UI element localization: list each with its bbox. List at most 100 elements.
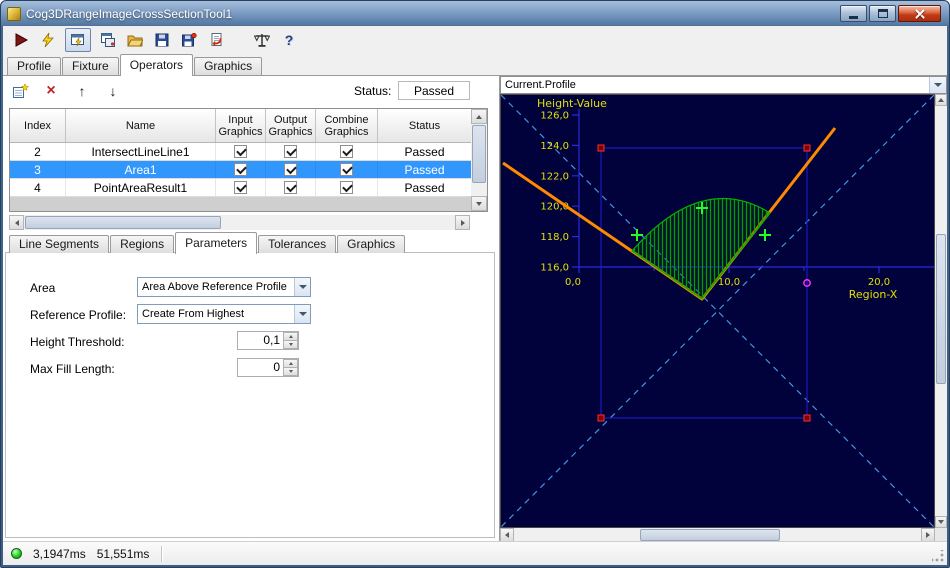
y-tick-label: 124,0 xyxy=(540,141,569,152)
delete-operator-icon[interactable]: × xyxy=(42,82,60,100)
max-fill-length-value[interactable]: 0 xyxy=(238,359,283,376)
scroll-thumb[interactable] xyxy=(640,529,780,541)
table-row[interactable]: 2 IntersectLineLine1 Passed xyxy=(10,143,471,161)
close-button[interactable] xyxy=(898,5,941,22)
header-status[interactable]: Status xyxy=(378,109,471,142)
tab-regions[interactable]: Regions xyxy=(110,235,175,253)
save-results-icon[interactable] xyxy=(179,30,199,50)
x-axis-label: Region-X xyxy=(849,288,898,301)
region-corner-handle[interactable] xyxy=(803,414,811,422)
scroll-thumb[interactable] xyxy=(472,125,486,183)
input-graphics-checkbox[interactable] xyxy=(234,181,247,194)
tab-operators[interactable]: Operators xyxy=(119,54,194,76)
combine-graphics-checkbox[interactable] xyxy=(340,163,353,176)
app-icon[interactable] xyxy=(7,6,21,21)
profile-panel: Current.Profile Height-Value 126,0 124,0… xyxy=(500,75,947,542)
move-up-icon[interactable]: ↑ xyxy=(73,82,91,100)
scroll-up-button[interactable] xyxy=(935,94,947,106)
dropdown-button[interactable] xyxy=(929,77,946,93)
scroll-up-button[interactable] xyxy=(471,109,487,124)
import-icon[interactable] xyxy=(206,30,226,50)
y-tick-label: 118,0 xyxy=(540,232,569,243)
titlebar[interactable]: Cog3DRangeImageCrossSectionTool1 xyxy=(3,1,947,26)
area-select[interactable]: Area Above Reference Profile xyxy=(137,277,311,297)
scroll-left-button[interactable] xyxy=(500,528,514,542)
move-down-icon[interactable]: ↓ xyxy=(104,82,122,100)
combine-graphics-checkbox[interactable] xyxy=(340,181,353,194)
table-vertical-scrollbar[interactable] xyxy=(471,109,487,211)
scroll-down-button[interactable] xyxy=(471,196,487,211)
add-operator-icon[interactable] xyxy=(11,82,29,100)
header-name[interactable]: Name xyxy=(66,109,216,142)
table-row[interactable]: 4 PointAreaResult1 Passed xyxy=(10,179,471,197)
tab-line-segments[interactable]: Line Segments xyxy=(9,235,110,253)
tab-parameters[interactable]: Parameters xyxy=(175,232,258,254)
region-corner-handle[interactable] xyxy=(597,144,605,152)
dropdown-button[interactable] xyxy=(294,305,310,323)
minimize-icon xyxy=(849,15,858,19)
output-graphics-checkbox[interactable] xyxy=(284,163,297,176)
output-graphics-checkbox[interactable] xyxy=(284,145,297,158)
combine-graphics-checkbox[interactable] xyxy=(340,145,353,158)
region-corner-handle[interactable] xyxy=(597,414,605,422)
table-row-selected[interactable]: 3 Area1 Passed xyxy=(10,161,471,179)
spin-down-button[interactable] xyxy=(283,341,298,349)
process-time: 3,1947ms xyxy=(33,546,86,561)
input-graphics-checkbox[interactable] xyxy=(234,163,247,176)
profile-graph[interactable]: Height-Value 126,0 124,0 122,0 120,0 118… xyxy=(500,94,935,528)
scroll-left-button[interactable] xyxy=(9,215,24,230)
spin-down-button[interactable] xyxy=(283,368,298,376)
table-horizontal-scrollbar[interactable] xyxy=(9,215,470,230)
operators-table-main: Index Name Input Graphics Output Graphic… xyxy=(10,109,471,211)
spin-up-button[interactable] xyxy=(283,332,298,341)
cell-input xyxy=(216,179,266,196)
tab-graphics[interactable]: Graphics xyxy=(194,57,263,75)
tab-profile[interactable]: Profile xyxy=(7,57,62,75)
spin-up-button[interactable] xyxy=(283,359,298,368)
tool-display-button[interactable] xyxy=(65,28,91,52)
tab-tolerances[interactable]: Tolerances xyxy=(258,235,337,253)
height-threshold-value[interactable]: 0,1 xyxy=(238,332,283,349)
max-fill-length-stepper[interactable]: 0 xyxy=(237,358,299,377)
x-tick-label: 20,0 xyxy=(868,277,890,288)
help-icon[interactable]: ? xyxy=(279,30,299,50)
region-corner-handle[interactable] xyxy=(803,144,811,152)
height-threshold-stepper[interactable]: 0,1 xyxy=(237,331,299,350)
cell-output xyxy=(266,179,316,196)
run-continuous-icon[interactable] xyxy=(38,30,58,50)
run-icon[interactable] xyxy=(11,30,31,50)
header-output-graphics[interactable]: Output Graphics xyxy=(266,109,316,142)
y-tick-label: 122,0 xyxy=(540,171,569,182)
scroll-down-button[interactable] xyxy=(935,516,947,528)
scroll-right-button[interactable] xyxy=(921,528,935,542)
reference-profile-select[interactable]: Create From Highest xyxy=(137,304,311,324)
profile-source-select[interactable]: Current.Profile xyxy=(500,76,947,94)
output-graphics-checkbox[interactable] xyxy=(284,181,297,194)
maximize-button[interactable] xyxy=(869,5,896,22)
operator-tabstrip: Line Segments Regions Parameters Toleran… xyxy=(5,232,406,254)
cell-input xyxy=(216,161,266,178)
cell-index: 3 xyxy=(10,161,66,178)
dropdown-button[interactable] xyxy=(294,278,310,296)
header-combine-graphics[interactable]: Combine Graphics xyxy=(316,109,378,142)
header-input-graphics[interactable]: Input Graphics xyxy=(216,109,266,142)
x-tick-label: 10,0 xyxy=(718,277,740,288)
scroll-thumb[interactable] xyxy=(936,234,946,384)
graph-vertical-scrollbar[interactable] xyxy=(935,94,947,528)
result-display-icon[interactable] xyxy=(98,30,118,50)
resize-grip[interactable] xyxy=(932,550,945,563)
operators-panel: × ↑ ↓ Status: Passed Index Name Input Gr… xyxy=(3,75,500,541)
input-graphics-checkbox[interactable] xyxy=(234,145,247,158)
save-file-icon[interactable] xyxy=(152,30,172,50)
graph-horizontal-scrollbar[interactable] xyxy=(500,528,935,542)
minimize-button[interactable] xyxy=(840,5,867,22)
scroll-thumb[interactable] xyxy=(25,216,221,229)
scroll-right-button[interactable] xyxy=(455,215,470,230)
x-tick-label: 0,0 xyxy=(565,277,581,288)
tab-graphics-sub[interactable]: Graphics xyxy=(337,235,406,253)
open-file-icon[interactable] xyxy=(125,30,145,50)
area-select-value: Area Above Reference Profile xyxy=(142,281,287,293)
tab-fixture[interactable]: Fixture xyxy=(62,57,119,75)
header-index[interactable]: Index xyxy=(10,109,66,142)
measure-icon[interactable] xyxy=(252,30,272,50)
